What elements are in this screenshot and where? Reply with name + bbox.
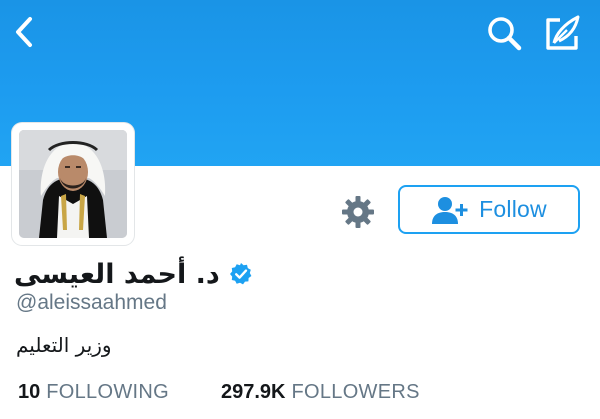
gear-icon [342,196,374,228]
chevron-left-icon [16,17,32,47]
avatar-frame [12,123,134,245]
followers-label: FOLLOWERS [291,381,420,403]
follow-button-label: Follow [479,196,547,222]
add-user-icon [432,196,468,224]
compose-tweet-button[interactable] [540,12,584,54]
back-button[interactable] [10,12,42,52]
profile-stats: 10 FOLLOWING 297.9K FOLLOWERS [18,381,420,404]
profile-bio: وزير التعليم [16,333,112,357]
compose-tweet-icon [546,15,580,50]
search-button[interactable] [484,12,526,54]
avatar[interactable] [19,130,127,238]
followers-count: 297.9K [220,381,286,403]
following-label: FOLLOWING [46,381,169,403]
settings-button[interactable] [339,193,377,231]
profile-screen: Follow د. أحمد العيسى @aleissaahmed وزير… [0,0,600,419]
follow-button[interactable]: Follow [398,185,580,234]
followers-stat[interactable]: 297.9K FOLLOWERS [221,381,420,404]
display-name: د. أحمد العيسى [14,258,220,290]
following-stat[interactable]: 10 FOLLOWING [18,381,169,404]
verified-badge-icon [229,263,252,285]
following-count: 10 [18,381,41,403]
display-name-row: د. أحمد العيسى [14,252,253,296]
search-icon [488,17,522,51]
user-handle: @aleissaahmed [16,291,167,314]
profile-photo [19,130,127,238]
